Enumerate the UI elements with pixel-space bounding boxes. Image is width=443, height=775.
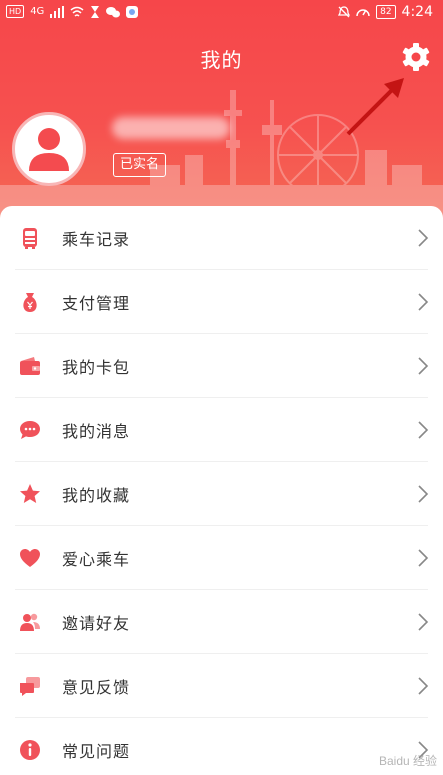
username-blurred (112, 117, 230, 139)
chevron-right-icon (418, 229, 429, 247)
menu-item-label: 邀请好友 (62, 614, 131, 633)
user-avatar-icon (29, 128, 69, 171)
avatar[interactable] (12, 112, 86, 186)
chevron-right-icon (418, 485, 429, 503)
bus-record-icon (17, 225, 43, 251)
menu-list: 乘车记录 支付管理 我的卡包 我的消息 我的收藏 爱心乘车 邀请好友 意见反馈 … (0, 206, 443, 775)
menu-item-feedback[interactable]: 意见反馈 (0, 654, 443, 718)
network-label: 4G (30, 6, 45, 17)
settings-gear-icon[interactable] (399, 40, 433, 74)
menu-item-label: 我的收藏 (62, 486, 131, 505)
menu-item-my-favorites[interactable]: 我的收藏 (0, 462, 443, 526)
message-icon (17, 417, 43, 443)
menu-item-faq[interactable]: 常见问题 (0, 718, 443, 775)
info-icon (17, 737, 43, 763)
chevron-right-icon (418, 549, 429, 567)
chevron-right-icon (418, 357, 429, 375)
mute-bell-icon (338, 6, 351, 18)
clock: 4:24 (401, 4, 433, 20)
menu-item-label: 乘车记录 (62, 230, 131, 249)
chevron-right-icon (418, 613, 429, 631)
menu-item-label: 爱心乘车 (62, 550, 131, 569)
friends-icon (17, 609, 43, 635)
signal-icon (50, 5, 65, 18)
wechat-icon (106, 6, 121, 17)
menu-item-label: 意见反馈 (62, 678, 131, 697)
menu-item-label: 我的消息 (62, 422, 131, 441)
menu-item-ride-records[interactable]: 乘车记录 (0, 206, 443, 270)
star-icon (17, 481, 43, 507)
profile-header: HD 4G 82 4:24 我的 已实名 (0, 0, 443, 225)
menu-item-label: 我的卡包 (62, 358, 131, 377)
heart-icon (17, 545, 43, 571)
wallet-icon (17, 353, 43, 379)
menu-item-payment-management[interactable]: 支付管理 (0, 270, 443, 334)
hd-badge: HD (6, 5, 25, 18)
app-icon (126, 5, 139, 18)
wifi-icon (70, 6, 84, 17)
chevron-right-icon (418, 293, 429, 311)
menu-item-my-messages[interactable]: 我的消息 (0, 398, 443, 462)
speedometer-icon (356, 9, 370, 17)
menu-item-label: 常见问题 (62, 742, 131, 761)
page-title: 我的 (200, 48, 243, 72)
feedback-icon (17, 673, 43, 699)
chevron-right-icon (418, 421, 429, 439)
menu-item-label: 支付管理 (62, 294, 131, 313)
hourglass-icon (91, 5, 100, 18)
menu-item-invite-friends[interactable]: 邀请好友 (0, 590, 443, 654)
verified-badge: 已实名 (113, 153, 167, 177)
chevron-right-icon (418, 677, 429, 695)
battery-indicator: 82 (376, 5, 396, 19)
status-bar: HD 4G 82 4:24 (0, 0, 443, 24)
watermark: Baidu 经验 (378, 754, 437, 768)
money-bag-icon (17, 289, 43, 315)
menu-item-card-wallet[interactable]: 我的卡包 (0, 334, 443, 398)
menu-item-love-ride[interactable]: 爱心乘车 (0, 526, 443, 590)
annotation-arrow (346, 78, 404, 136)
